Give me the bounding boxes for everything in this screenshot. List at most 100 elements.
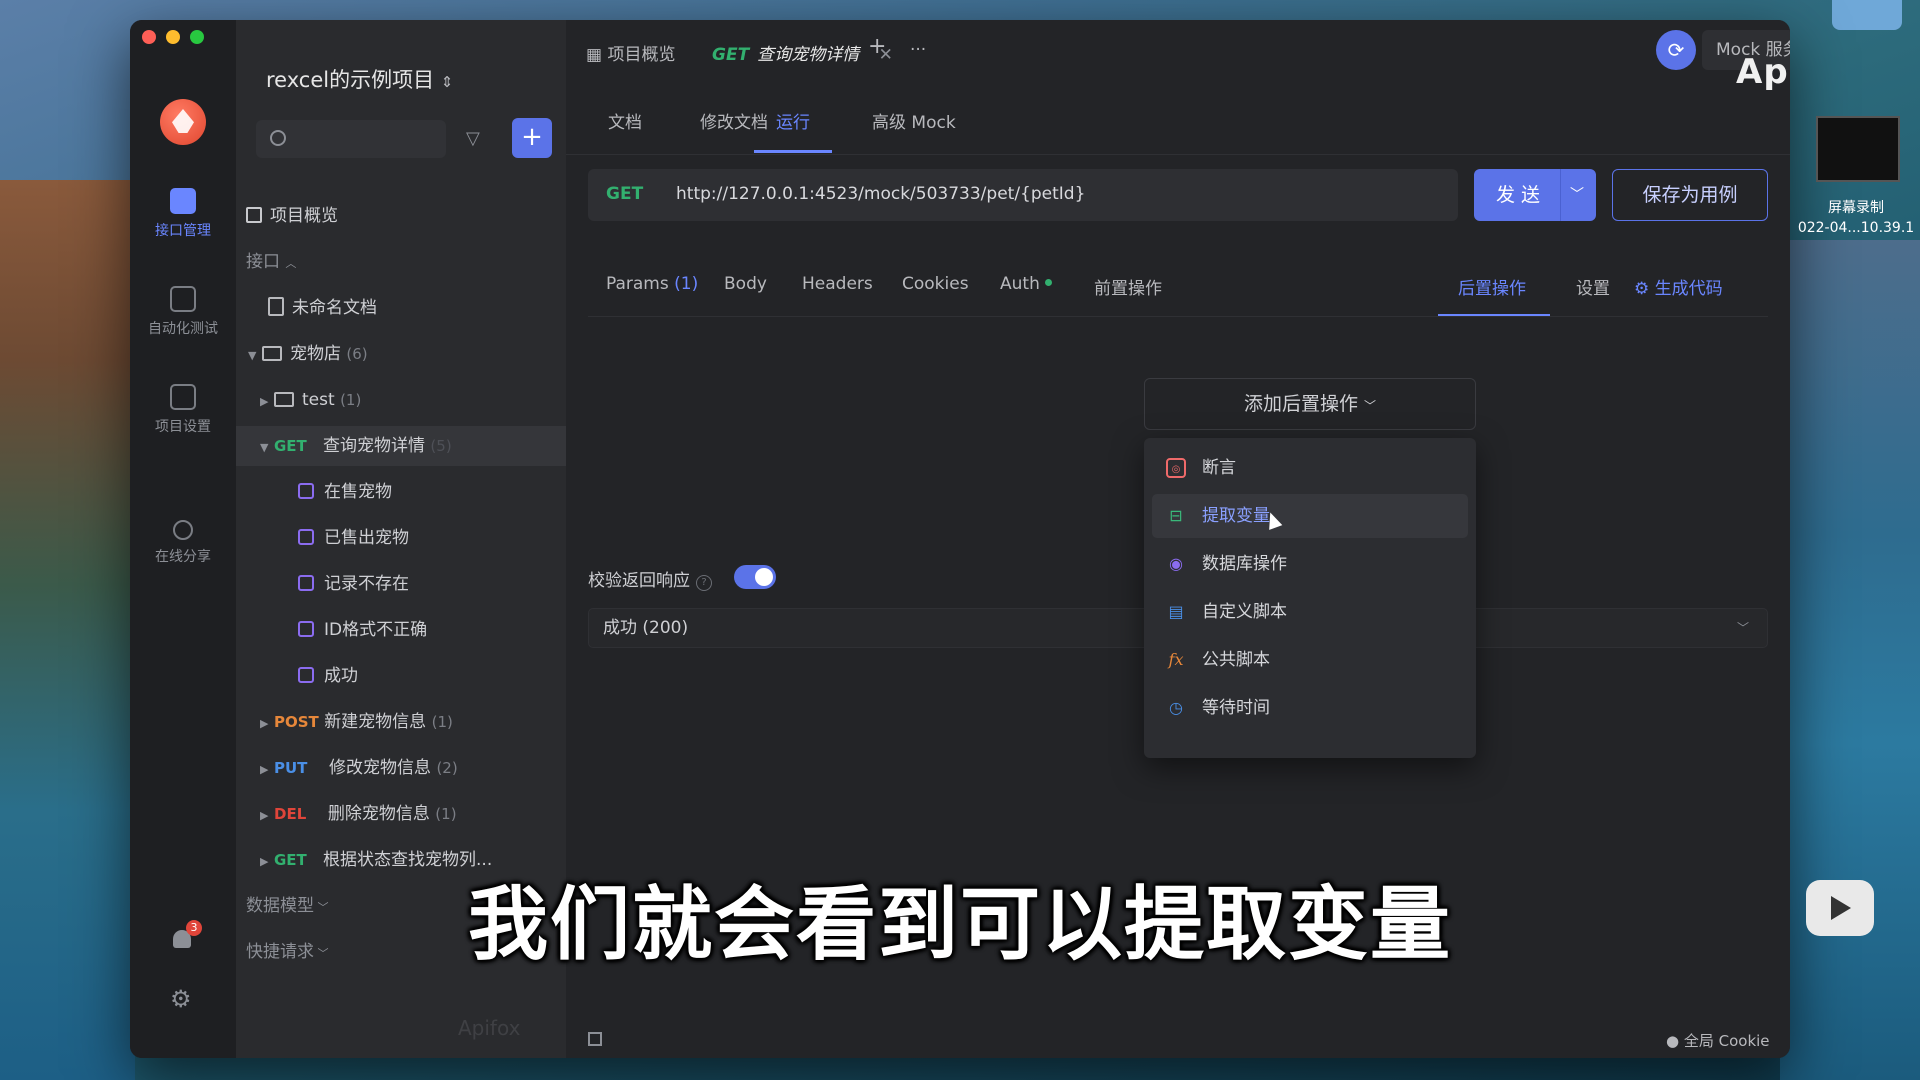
tree-label: 修改宠物信息 <box>329 758 432 778</box>
code-icon: ⚙ <box>1634 279 1655 299</box>
updown-chevron-icon: ⇕ <box>440 73 454 91</box>
tree-section-api[interactable]: 接口 ︿ <box>236 242 576 282</box>
tree-api-delete[interactable]: ▶ DEL 删除宠物信息 (1) <box>236 794 590 834</box>
more-tabs-icon[interactable]: ··· <box>910 40 926 60</box>
divider <box>1560 169 1561 221</box>
collapse-sidebar-icon[interactable] <box>588 1032 602 1046</box>
close-window-button[interactable] <box>142 30 156 44</box>
tab-post-ops[interactable]: 后置操作 <box>1458 274 1526 299</box>
help-icon[interactable]: ? <box>696 575 712 591</box>
tree-label: 查询宠物详情 <box>323 436 426 456</box>
divider <box>566 154 1790 155</box>
tree-api-put[interactable]: ▶ PUT 修改宠物信息 (2) <box>236 748 590 788</box>
tree-count: (6) <box>346 345 368 363</box>
tab-params[interactable]: Params (1) <box>606 274 698 294</box>
tree-search-input[interactable] <box>256 120 446 158</box>
menu-item-custom-script[interactable]: ▤ 自定义脚本 <box>1152 590 1468 634</box>
tree-overview[interactable]: 项目概览 <box>236 196 576 236</box>
minimize-window-button[interactable] <box>166 30 180 44</box>
menu-item-wait-time[interactable]: ◷ 等待时间 <box>1152 686 1468 730</box>
tree-label: 宠物店 <box>290 344 341 364</box>
case-icon <box>298 621 314 637</box>
send-button[interactable]: 发送 ﹀ <box>1474 169 1596 221</box>
caret-down-icon: ▼ <box>248 349 257 362</box>
rail-project-settings[interactable]: 项目设置 <box>130 384 236 436</box>
window-controls <box>142 30 204 44</box>
menu-item-extract-variable[interactable]: ⊟ 提取变量 <box>1152 494 1468 538</box>
menu-item-label: 提取变量 <box>1202 506 1270 526</box>
zoom-window-button[interactable] <box>190 30 204 44</box>
filter-icon[interactable]: ▽ <box>466 128 480 149</box>
tree-label: 成功 <box>324 666 358 686</box>
validate-response-toggle[interactable] <box>734 565 776 589</box>
button-label: 添加后置操作 <box>1243 393 1358 415</box>
tab-pre-ops[interactable]: 前置操作 <box>1094 274 1162 299</box>
menu-item-label: 断言 <box>1202 458 1236 478</box>
tree-label: 删除宠物信息 <box>327 804 430 824</box>
case-icon <box>298 483 314 499</box>
subtab-underline <box>754 150 832 153</box>
tree-label: 已售出宠物 <box>324 528 409 548</box>
menu-item-label: 公共脚本 <box>1202 650 1270 670</box>
team-logo[interactable] <box>160 99 206 145</box>
video-subtitle: 我们就会看到可以提取变量 <box>468 878 1452 971</box>
tree-folder-test[interactable]: ▶ test (1) <box>236 380 590 420</box>
add-post-op-button[interactable]: 添加后置操作 ﹀ <box>1144 378 1476 430</box>
project-switcher[interactable]: rexcel的示例项目 ⇕ <box>266 64 453 94</box>
chevron-down-icon[interactable]: ﹀ <box>1570 169 1584 221</box>
grid-icon: ▦ <box>586 45 608 65</box>
project-title: rexcel的示例项目 <box>266 68 435 92</box>
tab-body[interactable]: Body <box>724 274 767 294</box>
tree-api-post[interactable]: ▶ POST 新建宠物信息 (1) <box>236 702 590 742</box>
method-badge: GET <box>274 437 307 455</box>
tab-get-pet[interactable]: GET 查询宠物详情 ✕ <box>712 40 893 65</box>
tab-cookies[interactable]: Cookies <box>902 274 969 294</box>
screen-recording-label: 屏幕录制 022-04...10.39.1 <box>1792 198 1920 238</box>
tree-label: 未命名文档 <box>292 298 377 318</box>
tree-unnamed-doc[interactable]: 未命名文档 <box>236 288 598 328</box>
tab-headers[interactable]: Headers <box>802 274 873 294</box>
tree-folder-petstore[interactable]: ▼ 宠物店 (6) <box>236 334 578 374</box>
tree-api-get-pet[interactable]: ▼ GET 查询宠物详情 (5) <box>236 426 590 466</box>
menu-item-public-script[interactable]: fx 公共脚本 <box>1152 638 1468 682</box>
tree-count: (1) <box>435 805 457 823</box>
rail-automation-test[interactable]: 自动化测试 <box>130 286 236 338</box>
tree-count: (1) <box>431 713 453 731</box>
caret-right-icon: ▶ <box>260 395 269 408</box>
screen-recording-thumbnail[interactable] <box>1816 116 1900 182</box>
menu-item-label: 自定义脚本 <box>1202 602 1287 622</box>
case-icon <box>298 667 314 683</box>
gear-icon[interactable]: ⚙ <box>170 985 192 1013</box>
generate-code-button[interactable]: ⚙ 生成代码 <box>1634 274 1723 299</box>
tree-label: 在售宠物 <box>324 482 392 502</box>
subtab-docs[interactable]: 文档 <box>608 108 642 133</box>
subtab-advanced-mock[interactable]: 高级 Mock <box>872 108 956 133</box>
new-tab-button[interactable]: + <box>868 34 886 59</box>
add-button[interactable]: + <box>512 118 552 158</box>
rail-api-management[interactable]: 接口管理 <box>130 188 236 240</box>
subtab-run[interactable]: 运行 <box>776 108 810 133</box>
method-badge: PUT <box>274 759 308 777</box>
tab-auth[interactable]: Auth <box>1000 274 1052 294</box>
case-icon <box>298 529 314 545</box>
menu-item-assert[interactable]: ◎ 断言 <box>1152 446 1468 490</box>
global-cookie-button[interactable]: ● 全局 Cookie <box>1666 1030 1770 1051</box>
tab-label: Auth <box>1000 274 1040 294</box>
stack-icon <box>170 286 196 312</box>
subtab-edit-docs[interactable]: 修改文档 <box>700 108 768 133</box>
save-as-case-button[interactable]: 保存为用例 <box>1612 169 1768 221</box>
url-input[interactable]: http://127.0.0.1:4523/mock/503733/pet/{p… <box>676 184 1085 204</box>
grid-icon <box>246 207 262 223</box>
folder-icon <box>274 392 294 407</box>
url-bar[interactable]: GET http://127.0.0.1:4523/mock/503733/pe… <box>588 169 1458 221</box>
method-select[interactable]: GET <box>606 184 643 204</box>
label-text: 校验返回响应 <box>588 571 690 591</box>
tree-count: (2) <box>436 759 458 777</box>
status-bar: ● 全局 Cookie ♜ ? <box>566 1022 1790 1058</box>
method-badge: DEL <box>274 805 307 823</box>
rail-online-share[interactable]: 在线分享 <box>130 520 236 566</box>
tab-settings[interactable]: 设置 <box>1576 274 1610 299</box>
menu-item-database[interactable]: ◉ 数据库操作 <box>1152 542 1468 586</box>
sync-icon[interactable]: ⟳ <box>1656 30 1696 70</box>
tab-project-overview[interactable]: ▦ 项目概览 <box>586 40 675 65</box>
